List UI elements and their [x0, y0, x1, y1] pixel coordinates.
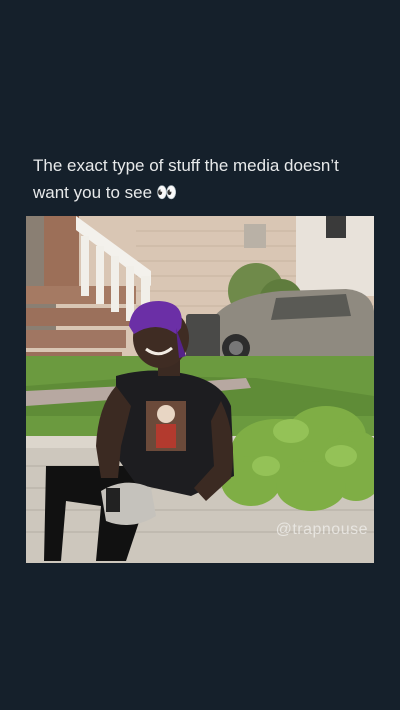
post-caption: The exact type of stuff the media doesn’… [33, 152, 373, 206]
video-frame [26, 216, 374, 563]
video-watermark: @trapnouse [275, 521, 368, 538]
video-player[interactable]: @trapnouse [26, 216, 374, 563]
eyes-emoji: 👀 [156, 183, 178, 202]
caption-text: The exact type of stuff the media doesn’… [33, 156, 339, 202]
